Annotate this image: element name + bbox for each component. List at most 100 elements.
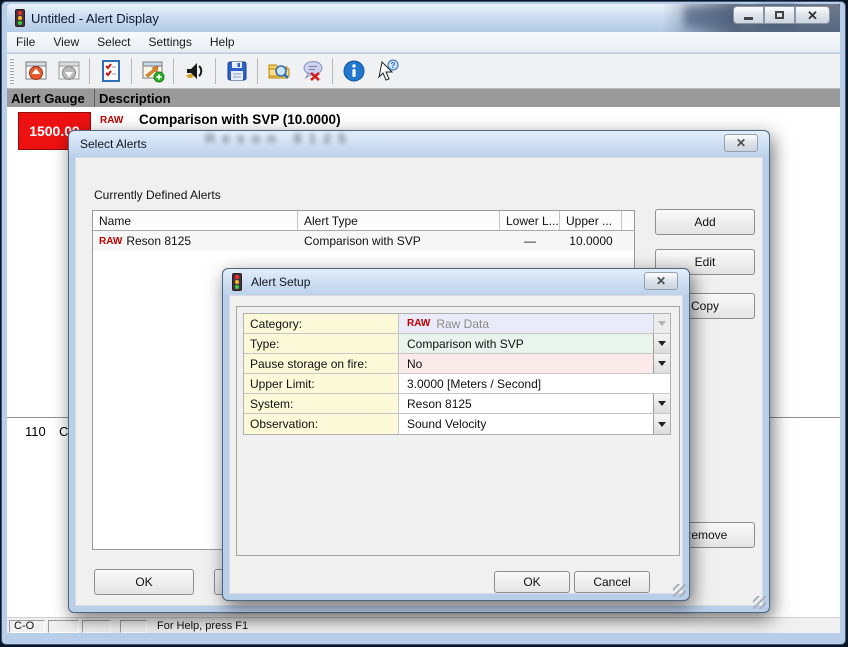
type-dropdown-button[interactable] [653, 334, 670, 353]
window-title: Untitled - Alert Display [31, 11, 159, 26]
close-icon: ✕ [656, 274, 666, 288]
header-upper-limit[interactable]: Upper ... [560, 211, 622, 230]
close-icon: ✕ [807, 9, 818, 22]
chevron-down-icon [658, 321, 666, 326]
raw-tag: RAW [407, 318, 430, 329]
cell-lower-limit: — [500, 234, 560, 248]
type-value[interactable]: Comparison with SVP [399, 334, 653, 353]
close-button[interactable]: ✕ [795, 6, 830, 24]
system-dropdown-button[interactable] [653, 394, 670, 413]
header-alert-type[interactable]: Alert Type [298, 211, 500, 230]
header-lower-limit[interactable]: Lower L... [500, 211, 560, 230]
field-label: Pause storage on fire: [244, 354, 399, 373]
chevron-down-icon [658, 341, 666, 346]
list-header: Alert Gauge Description [7, 89, 840, 107]
find-folder-button[interactable] [263, 56, 294, 86]
alert-setup-ok-button[interactable]: OK [494, 571, 570, 593]
add-alert-window-button[interactable] [137, 56, 168, 86]
minimize-button[interactable] [733, 6, 764, 24]
alert-setup-dialog: Alert Setup ✕ Category: RAWRaw Data Type… [222, 268, 690, 601]
alerts-table-header: Name Alert Type Lower L... Upper ... [93, 211, 634, 231]
column-alert-gauge[interactable]: Alert Gauge [7, 89, 95, 107]
alert-gauge-value-2[interactable]: 110 [25, 424, 46, 439]
title-bar[interactable]: Untitled - Alert Display ✕ [7, 4, 840, 32]
alert-description: Comparison with SVP (10.0000) [139, 112, 341, 127]
maximize-button[interactable] [764, 6, 795, 24]
field-upper-limit: Upper Limit: 3.0000 [Meters / Second] [244, 374, 670, 394]
toolbar-separator [89, 58, 90, 84]
status-pane-2 [48, 620, 79, 633]
raw-tag: RAW [100, 115, 123, 126]
info-button[interactable] [338, 56, 369, 86]
header-name[interactable]: Name [93, 211, 298, 230]
pause-storage-dropdown-button[interactable] [653, 354, 670, 373]
alert-setup-close-button[interactable]: ✕ [644, 272, 678, 290]
field-label: Type: [244, 334, 399, 353]
observation-value[interactable]: Sound Velocity [399, 414, 653, 434]
alert-checklist-button[interactable] [95, 56, 126, 86]
toolbar-separator [215, 58, 216, 84]
select-alerts-ok-button[interactable]: OK [94, 569, 194, 595]
category-dropdown-button [653, 314, 670, 333]
raw-tag: RAW [99, 236, 122, 247]
sound-button[interactable] [179, 56, 210, 86]
context-help-button[interactable]: ? [371, 56, 402, 86]
upper-limit-value[interactable]: 3.0000 [Meters / Second] [399, 374, 670, 393]
menu-settings[interactable]: Settings [140, 33, 201, 51]
properties-table: Category: RAWRaw Data Type: Comparison w… [243, 313, 671, 435]
context-help-icon: ? [375, 59, 399, 83]
app-traffic-light-icon [15, 9, 25, 27]
menu-help[interactable]: Help [201, 33, 244, 51]
properties-panel: Category: RAWRaw Data Type: Comparison w… [236, 306, 680, 556]
select-alerts-close-button[interactable]: ✕ [724, 134, 758, 152]
raise-window-button[interactable] [20, 56, 51, 86]
svg-text:?: ? [390, 61, 395, 70]
info-icon [342, 59, 366, 83]
alert-setup-cancel-button[interactable]: Cancel [574, 571, 650, 593]
field-label: System: [244, 394, 399, 413]
resize-grip[interactable] [673, 584, 686, 597]
toolbar-gripper[interactable] [10, 58, 14, 84]
field-system: System: Reson 8125 [244, 394, 670, 414]
status-pane-mode: C-O [9, 620, 45, 633]
select-alerts-title: Select Alerts [80, 137, 147, 151]
status-bar: C-O For Help, press F1 [7, 617, 840, 634]
pause-storage-value[interactable]: No [399, 354, 653, 373]
alert-name: Reson 8125 [126, 234, 191, 248]
alert-setup-content: Category: RAWRaw Data Type: Comparison w… [229, 295, 683, 594]
chevron-down-icon [658, 401, 666, 406]
mute-message-icon [300, 59, 324, 83]
cell-upper-limit: 10.0000 [560, 234, 622, 248]
lower-window-button[interactable] [53, 56, 84, 86]
field-pause-storage: Pause storage on fire: No [244, 354, 670, 374]
system-value[interactable]: Reson 8125 [399, 394, 653, 413]
chevron-down-icon [658, 422, 666, 427]
field-type: Type: Comparison with SVP [244, 334, 670, 354]
field-observation: Observation: Sound Velocity [244, 414, 670, 434]
save-button[interactable] [221, 56, 252, 86]
table-row[interactable]: RAW Reson 8125 Comparison with SVP — 10.0… [93, 231, 634, 251]
menu-view[interactable]: View [44, 33, 88, 51]
add-alert-window-icon [141, 59, 165, 83]
alert-checklist-icon [99, 59, 123, 83]
alert-setup-title-bar[interactable]: Alert Setup ✕ [223, 269, 689, 295]
select-alerts-title-bar[interactable]: Select Alerts ✕ [69, 131, 769, 157]
field-label: Upper Limit: [244, 374, 399, 393]
menu-file[interactable]: File [7, 33, 44, 51]
maximize-icon [775, 11, 784, 19]
window-bottom-border [4, 633, 842, 641]
find-folder-icon [267, 59, 291, 83]
category-value[interactable]: RAWRaw Data [399, 314, 653, 333]
menu-select[interactable]: Select [88, 33, 139, 51]
mute-message-button[interactable] [296, 56, 327, 86]
close-icon: ✕ [736, 136, 746, 150]
status-pane-3 [82, 620, 111, 633]
column-description[interactable]: Description [95, 91, 171, 106]
toolbar: ? [7, 54, 840, 89]
toolbar-separator [332, 58, 333, 84]
cell-alert-type: Comparison with SVP [298, 234, 500, 248]
observation-dropdown-button[interactable] [653, 414, 670, 434]
add-button[interactable]: Add [655, 209, 755, 235]
resize-grip[interactable] [753, 596, 766, 609]
field-label: Category: [244, 314, 399, 333]
